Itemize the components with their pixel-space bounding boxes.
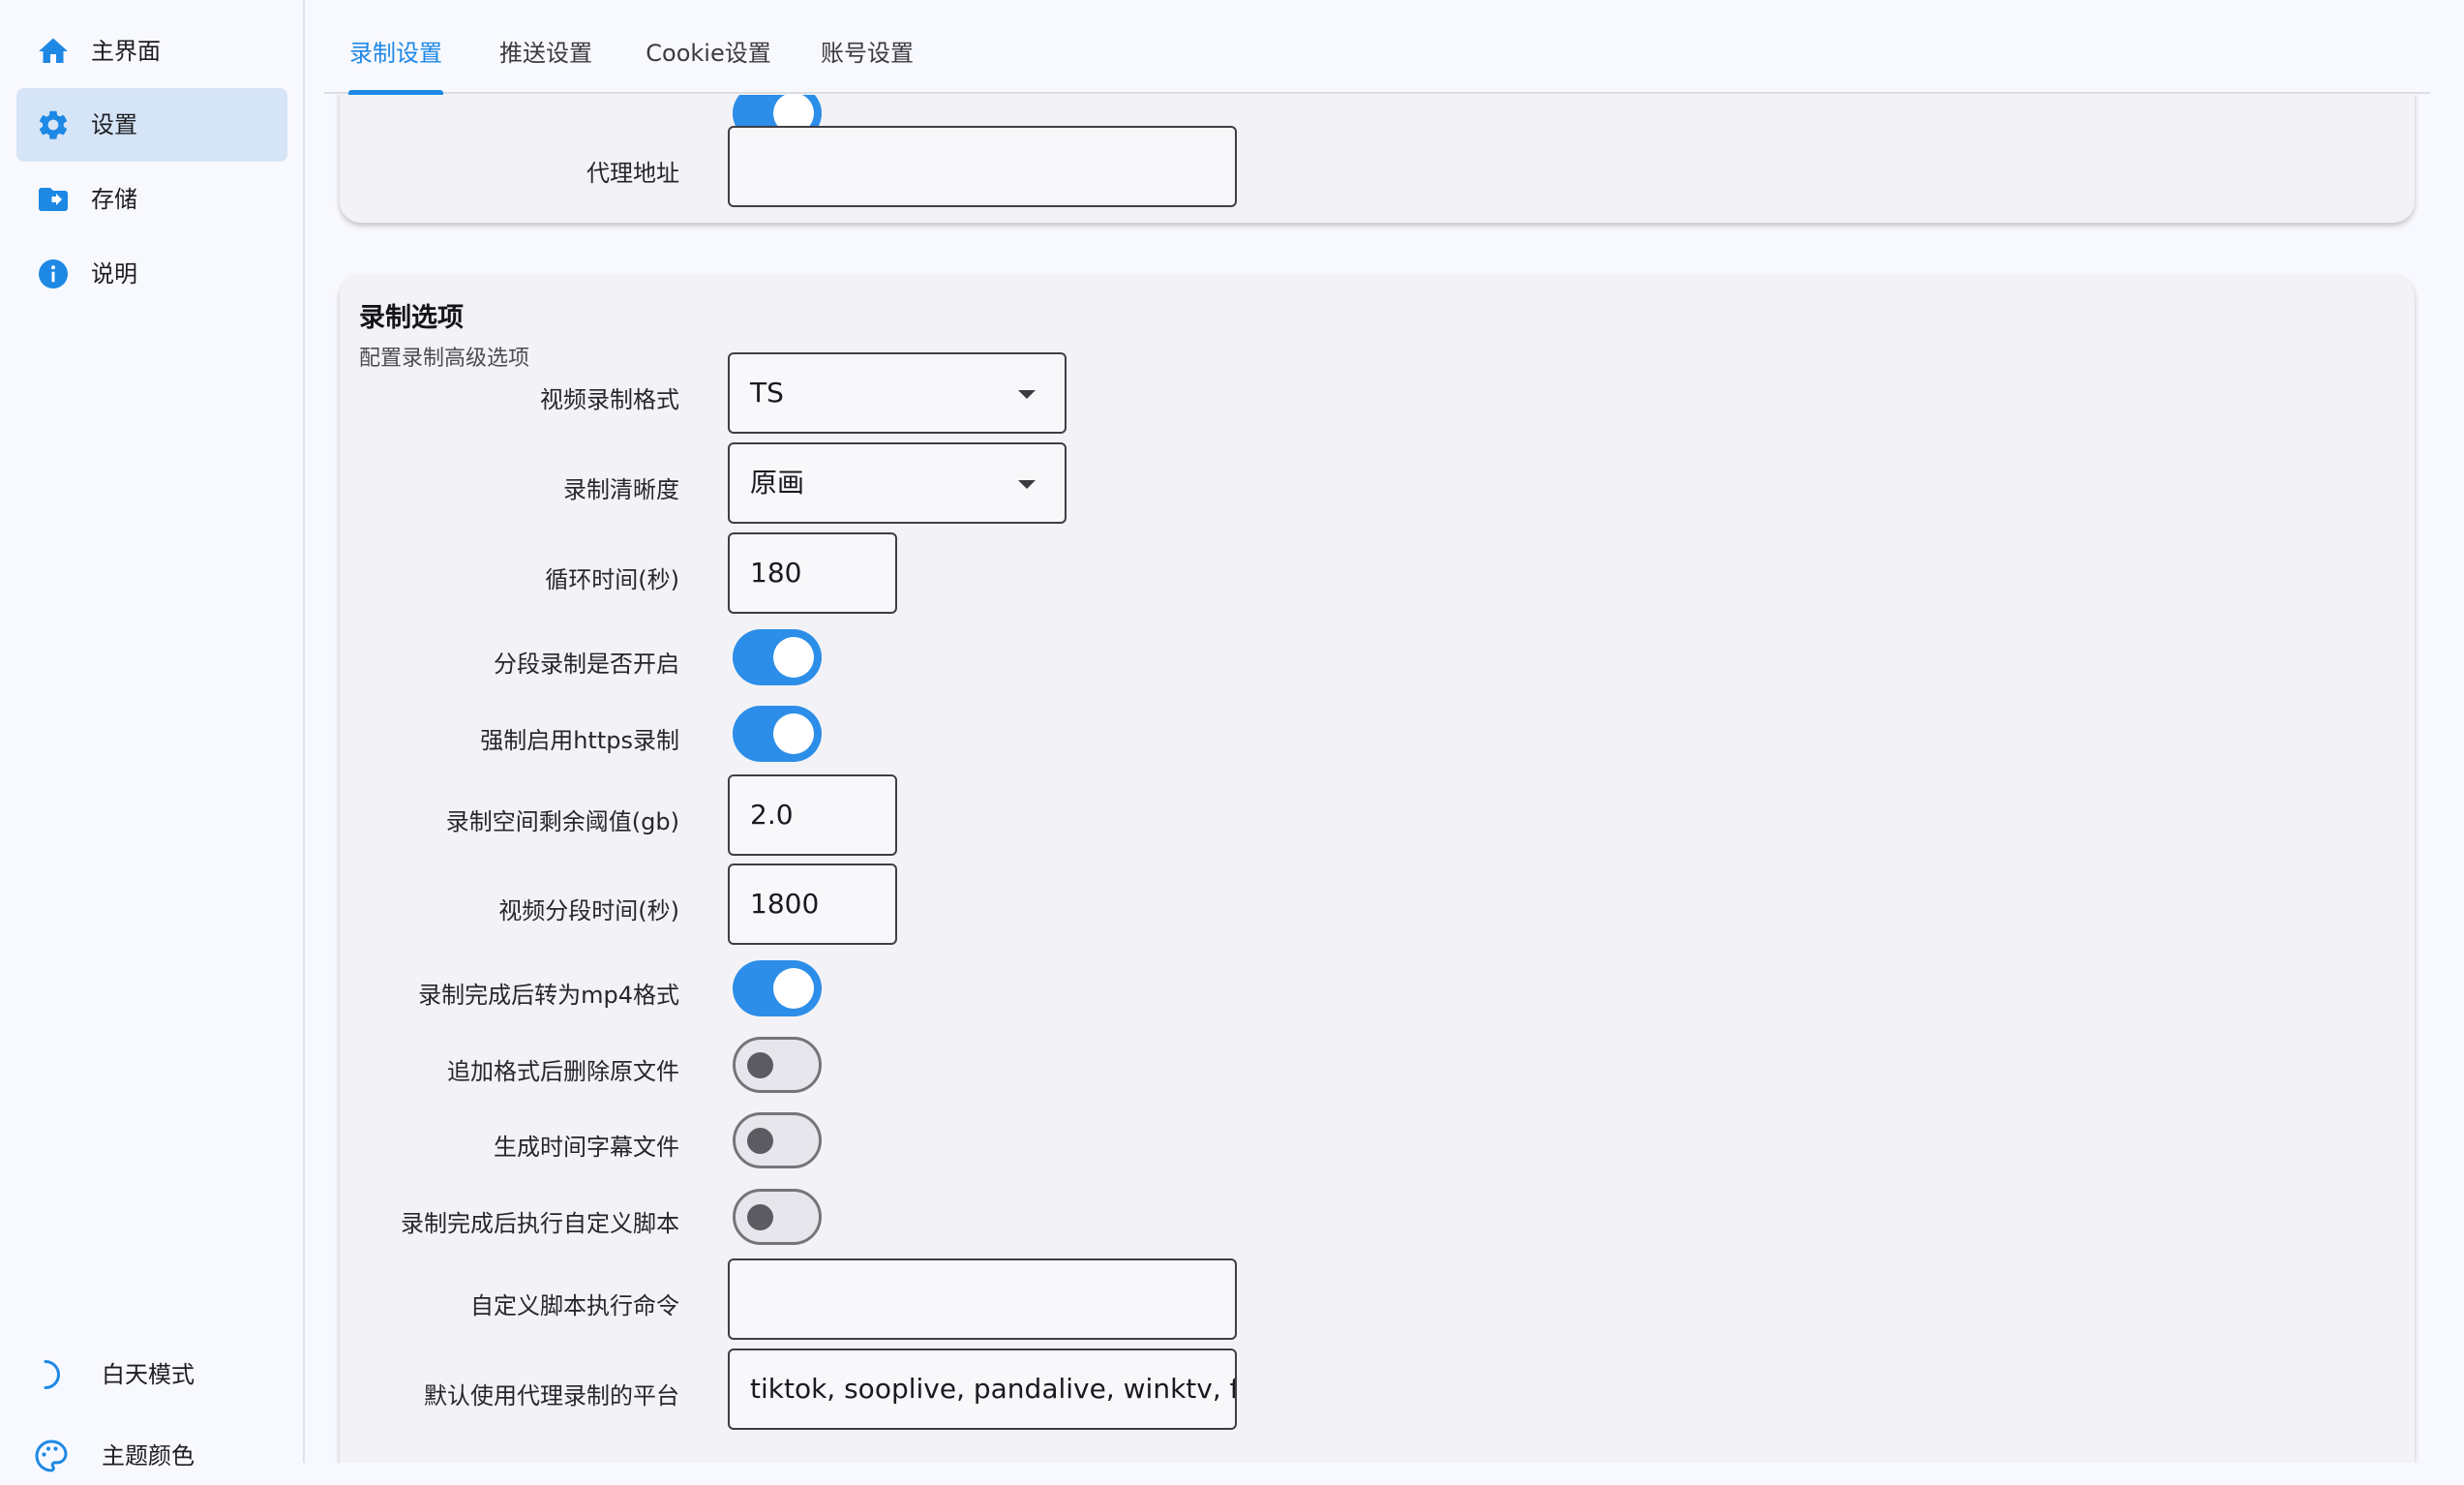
space-threshold-label: 录制空间剩余阈值(gb): [445, 808, 679, 835]
tab-push-settings[interactable]: 推送设置: [498, 0, 593, 94]
toggle-knob: [773, 637, 814, 678]
subtitle-file-label: 生成时间字幕文件: [494, 1134, 679, 1161]
video-format-label: 视频录制格式: [540, 386, 679, 413]
card-title: 录制选项: [359, 303, 464, 333]
force-https-label: 强制启用https录制: [480, 727, 679, 754]
segment-time-label: 视频分段时间(秒): [498, 897, 679, 924]
tab-recording-settings[interactable]: 录制设置: [348, 0, 443, 94]
folder-icon: [39, 188, 68, 211]
sidebar-item-label: 存储: [91, 186, 137, 213]
run-script-toggle[interactable]: [733, 1189, 822, 1245]
script-command-label: 自定义脚本执行命令: [470, 1292, 679, 1319]
toggle-knob: [773, 968, 814, 1009]
convert-mp4-label: 录制完成后转为mp4格式: [418, 982, 679, 1009]
convert-mp4-toggle[interactable]: [733, 960, 822, 1016]
toggle-knob: [747, 1052, 773, 1078]
tab-cookie-settings[interactable]: Cookie设置: [644, 0, 773, 94]
sidebar-item-label: 主界面: [91, 38, 161, 65]
quality-value: 原画: [750, 467, 805, 499]
segment-enabled-label: 分段录制是否开启: [494, 651, 679, 678]
sidebar-item-storage[interactable]: 存储: [16, 163, 287, 236]
theme-color-label: 主题颜色: [102, 1442, 195, 1470]
quality-label: 录制清晰度: [563, 476, 679, 503]
sidebar-item-home[interactable]: 主界面: [16, 15, 287, 88]
toggle-knob: [773, 713, 814, 754]
sidebar: 主界面 设置 存储 说明 白天模式 主题颜色: [0, 0, 305, 1472]
loop-time-label: 循环时间(秒): [545, 566, 679, 593]
segment-time-input[interactable]: 1800: [728, 864, 897, 945]
recording-options-card: 录制选项 配置录制高级选项 视频录制格式 TS 录制清晰度 原画 循环时间(秒)…: [340, 275, 2415, 1463]
quality-select[interactable]: 原画: [728, 442, 1067, 524]
day-mode-label: 白天模式: [102, 1361, 195, 1388]
delete-original-toggle[interactable]: [733, 1037, 822, 1093]
sidebar-item-settings[interactable]: 设置: [16, 88, 287, 162]
palette-icon: [35, 1440, 68, 1472]
sidebar-item-label: 设置: [91, 111, 137, 138]
force-https-toggle[interactable]: [733, 706, 822, 762]
settings-content[interactable]: 代理地址 录制选项 配置录制高级选项 视频录制格式 TS 录制清晰度 原画 循环…: [324, 95, 2430, 1463]
proxy-address-input[interactable]: [728, 126, 1237, 207]
video-format-value: TS: [750, 377, 784, 409]
proxy-address-label: 代理地址: [586, 160, 679, 187]
chevron-down-icon: [1018, 390, 1036, 399]
sidebar-item-label: 说明: [91, 260, 137, 288]
home-icon: [39, 38, 68, 63]
proxy-platforms-input[interactable]: tiktok, sooplive, pandalive, winktv, f: [728, 1349, 1237, 1430]
loop-time-input[interactable]: 180: [728, 532, 897, 614]
gear-icon: [39, 110, 68, 139]
script-command-input[interactable]: [728, 1258, 1237, 1340]
run-script-label: 录制完成后执行自定义脚本: [401, 1210, 679, 1237]
delete-original-label: 追加格式后删除原文件: [447, 1058, 679, 1085]
info-icon: [39, 259, 68, 288]
chevron-down-icon: [1018, 480, 1036, 489]
tab-account-settings[interactable]: 账号设置: [820, 0, 915, 94]
proxy-settings-card: 代理地址: [340, 95, 2415, 223]
proxy-platforms-label: 默认使用代理录制的平台: [424, 1382, 679, 1409]
segment-enabled-toggle[interactable]: [733, 629, 822, 685]
settings-tab-bar: 录制设置 推送设置 Cookie设置 账号设置: [324, 0, 2430, 94]
toggle-knob: [747, 1128, 773, 1154]
space-threshold-input[interactable]: 2.0: [728, 774, 897, 856]
card-subtitle: 配置录制高级选项: [359, 347, 530, 371]
moon-icon: [44, 1360, 60, 1389]
day-mode-toggle[interactable]: 白天模式: [16, 1346, 287, 1404]
toggle-knob: [747, 1204, 773, 1230]
sidebar-item-help[interactable]: 说明: [16, 237, 287, 311]
video-format-select[interactable]: TS: [728, 352, 1067, 434]
theme-color-button[interactable]: 主题颜色: [16, 1427, 287, 1485]
subtitle-file-toggle[interactable]: [733, 1112, 822, 1168]
